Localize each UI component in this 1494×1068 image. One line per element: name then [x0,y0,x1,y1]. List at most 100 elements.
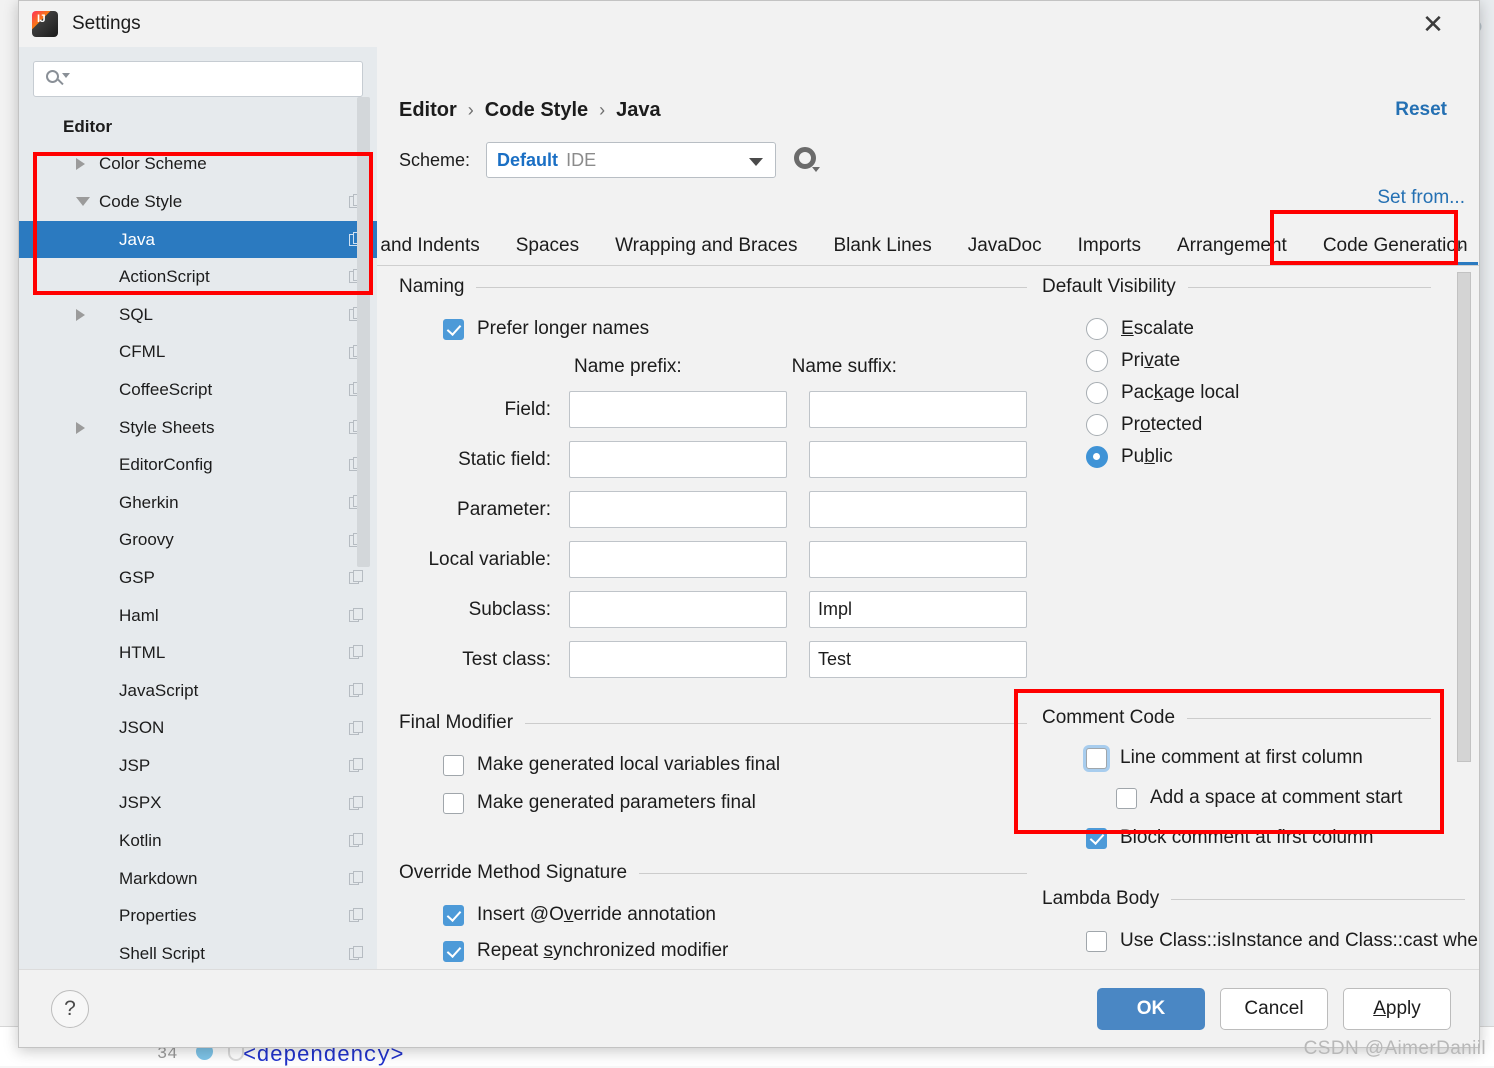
sidebar-item-gherkin[interactable]: Gherkin [19,484,377,522]
naming-prefix-test-class[interactable] [569,641,787,678]
sidebar-item-cfml[interactable]: CFML [19,334,377,372]
sidebar-item-sql[interactable]: SQL [19,296,377,334]
chevron-right-icon[interactable] [76,422,85,434]
copy-scheme-icon[interactable] [349,796,364,811]
search-input[interactable] [68,69,354,89]
naming-prefix-subclass[interactable] [569,591,787,628]
sidebar-item-groovy[interactable]: Groovy [19,522,377,560]
sidebar-item-markdown[interactable]: Markdown [19,860,377,898]
help-icon[interactable]: ? [51,990,89,1028]
comment-code-checkbox-2[interactable] [1086,828,1107,849]
tab-arrangement[interactable]: Arrangement [1159,235,1305,265]
panel-scrollbar[interactable] [1457,272,1471,762]
tab-wrapping-and-braces[interactable]: Wrapping and Braces [597,235,815,265]
naming-prefix-local-variable[interactable] [569,541,787,578]
sidebar-item-editorconfig[interactable]: EditorConfig [19,446,377,484]
naming-suffix-local-variable[interactable] [809,541,1027,578]
tab-tabs-and-indents[interactable]: Tabs and Indents [377,235,498,265]
sidebar-item-jsp[interactable]: JSP [19,747,377,785]
lambda-body-checkbox-0[interactable] [1086,931,1107,952]
cancel-button[interactable]: Cancel [1220,988,1328,1030]
chevron-right-icon[interactable] [76,309,85,321]
comment-code-checkbox-row-0[interactable]: Line comment at first column [1086,747,1431,769]
visibility-radio-package-local[interactable] [1086,382,1108,404]
chevron-right-icon[interactable] [76,158,85,170]
naming-prefix-static-field[interactable] [569,441,787,478]
naming-suffix-field[interactable] [809,391,1027,428]
scheme-dropdown[interactable]: Default IDE [486,142,776,178]
tab-spaces[interactable]: Spaces [498,235,597,265]
visibility-radio-row-protected[interactable]: Protected [1086,414,1431,436]
close-icon[interactable]: ✕ [1415,6,1451,42]
comment-code-checkbox-row-1[interactable]: Add a space at comment start [1116,787,1431,809]
tab-javadoc[interactable]: JavaDoc [950,235,1060,265]
naming-suffix-static-field[interactable] [809,441,1027,478]
copy-scheme-icon[interactable] [349,758,364,773]
chevron-down-icon-tabs[interactable]: ⌄ [1450,232,1467,257]
chevron-down-icon[interactable] [76,197,90,206]
apply-button[interactable]: Apply [1343,988,1451,1030]
sidebar-item-color-scheme[interactable]: Color Scheme [19,146,377,184]
sidebar-item-shell-script[interactable]: Shell Script [19,935,377,969]
final-modifier-checkbox-row-1[interactable]: Make generated parameters final [443,792,1027,814]
copy-scheme-icon[interactable] [349,871,364,886]
sidebar-item-haml[interactable]: Haml [19,597,377,635]
naming-suffix-subclass[interactable] [809,591,1027,628]
naming-suffix-test-class[interactable] [809,641,1027,678]
sidebar-scrollbar[interactable] [357,97,370,567]
naming-suffix-parameter[interactable] [809,491,1027,528]
gear-icon[interactable] [792,145,822,175]
copy-scheme-icon[interactable] [349,946,364,961]
sidebar-item-actionscript[interactable]: ActionScript [19,258,377,296]
sidebar-item-editor[interactable]: Editor [19,108,377,146]
copy-scheme-icon[interactable] [349,683,364,698]
comment-code-checkbox-0[interactable] [1086,748,1107,769]
search-box[interactable] [33,61,363,97]
tab-imports[interactable]: Imports [1060,235,1159,265]
visibility-radio-escalate[interactable] [1086,318,1108,340]
sidebar-item-gsp[interactable]: GSP [19,559,377,597]
sidebar-item-javascript[interactable]: JavaScript [19,672,377,710]
final-modifier-checkbox-1[interactable] [443,793,464,814]
sidebar-item-label: Style Sheets [119,418,214,438]
tab-blank-lines[interactable]: Blank Lines [815,235,949,265]
copy-scheme-icon[interactable] [349,833,364,848]
naming-prefix-field[interactable] [569,391,787,428]
sidebar-item-code-style[interactable]: Code Style [19,183,377,221]
visibility-radio-private[interactable] [1086,350,1108,372]
visibility-radio-public[interactable] [1086,446,1108,468]
sidebar-item-style-sheets[interactable]: Style Sheets [19,409,377,447]
final-modifier-checkbox-row-0[interactable]: Make generated local variables final [443,754,1027,776]
copy-scheme-icon[interactable] [349,908,364,923]
set-from-link[interactable]: Set from... [1377,187,1465,209]
sidebar-item-json[interactable]: JSON [19,710,377,748]
copy-scheme-icon[interactable] [349,570,364,585]
prefer-longer-names-checkbox-row[interactable]: Prefer longer names [443,318,1027,340]
sidebar-item-java[interactable]: Java [19,221,377,259]
copy-scheme-icon[interactable] [349,645,364,660]
override-method-checkbox-row-0[interactable]: Insert @Override annotation [443,904,1027,926]
reset-link[interactable]: Reset [1395,99,1447,121]
comment-code-checkbox-row-2[interactable]: Block comment at first column [1086,827,1431,849]
visibility-radio-protected[interactable] [1086,414,1108,436]
copy-scheme-icon[interactable] [349,608,364,623]
sidebar-item-properties[interactable]: Properties [19,897,377,935]
visibility-radio-row-public[interactable]: Public [1086,446,1431,468]
naming-prefix-parameter[interactable] [569,491,787,528]
override-method-checkbox-row-1[interactable]: Repeat synchronized modifier [443,940,1027,962]
sidebar-item-html[interactable]: HTML [19,634,377,672]
ok-button[interactable]: OK [1097,988,1205,1030]
sidebar-item-kotlin[interactable]: Kotlin [19,822,377,860]
sidebar-item-jspx[interactable]: JSPX [19,785,377,823]
visibility-radio-row-private[interactable]: Private [1086,350,1431,372]
visibility-radio-row-package-local[interactable]: Package local [1086,382,1431,404]
visibility-radio-row-escalate[interactable]: Escalate [1086,318,1431,340]
override-method-checkbox-0[interactable] [443,905,464,926]
final-modifier-checkbox-0[interactable] [443,755,464,776]
override-method-checkbox-1[interactable] [443,941,464,962]
comment-code-checkbox-1[interactable] [1116,788,1137,809]
lambda-body-checkbox-row-0[interactable]: Use Class::isInstance and Class::cast wh… [1086,930,1465,952]
sidebar-item-coffeescript[interactable]: CoffeeScript [19,371,377,409]
copy-scheme-icon[interactable] [349,721,364,736]
prefer-longer-names-checkbox[interactable] [443,319,464,340]
